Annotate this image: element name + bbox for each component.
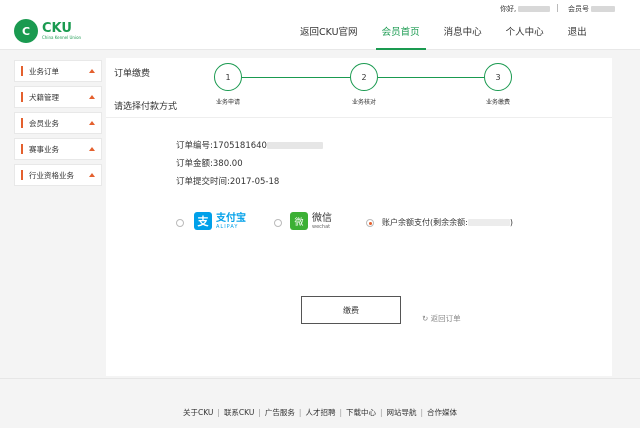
wechat-radio[interactable] [274,219,282,227]
alipay-radio[interactable] [176,219,184,227]
caret-up-icon [89,69,95,73]
alipay-label-en: ALIPAY [216,223,239,230]
greeting: 你好, [500,4,551,14]
alipay-option[interactable]: 支 支付宝 ALIPAY [194,212,246,230]
sidebar-marker [21,92,23,102]
step-1: 1 [214,63,242,91]
order-number: 订单编号:1705181640 [176,139,323,151]
alipay-label: 支付宝 [216,212,246,224]
main-nav: 返回CKU官网 会员首页 消息中心 个人中心 退出 [300,16,611,50]
nav-personal-center[interactable]: 个人中心 [506,16,544,50]
order-number-masked [266,142,323,149]
member-number: 会员号 [568,4,615,14]
nav-logout[interactable]: 退出 [568,16,587,50]
step-connector [378,77,484,78]
balance-option[interactable]: 账户余额支付(剩余余额:) [382,217,513,228]
caret-up-icon [89,95,95,99]
order-amount-value: 380.00 [212,159,243,169]
balance-radio[interactable] [366,219,374,227]
sidebar-marker [21,144,23,154]
sidebar-item-business-orders[interactable]: 业务订单 [14,60,102,82]
sidebar-marker [21,66,23,76]
footer: 关于CKU | 联系CKU | 广告服务 | 人才招聘 | 下载中心 | 网站导航 | 合作媒体 [182,408,458,417]
sidebar-item-label: 赛事业务 [29,144,59,154]
step-3: 3 [484,63,512,91]
sidebar-item-event-business[interactable]: 赛事业务 [14,138,102,160]
balance-masked [467,219,510,226]
cku-logo-icon: C [14,19,38,43]
nav-member-home[interactable]: 会员首页 [375,16,426,50]
footer-about[interactable]: 关于CKU [183,408,213,417]
sidebar-marker [21,118,23,128]
username-masked [518,6,551,12]
caret-up-icon [89,173,95,177]
step-2: 2 [350,63,378,91]
footer-media[interactable]: 合作媒体 [427,408,457,417]
wechat-icon: 微 [290,212,308,230]
pay-button[interactable]: 缴费 [301,296,401,324]
wechat-label: 微信 [312,212,332,224]
wechat-label-en: wechat [312,223,331,230]
divider [106,117,612,118]
sidebar-marker [21,170,23,180]
logo-tagline: China Kennel Union [42,34,82,40]
nav-message-center[interactable]: 消息中心 [444,16,482,50]
payment-method-title: 请选择付款方式 [114,102,178,112]
caret-up-icon [89,121,95,125]
footer-contact[interactable]: 联系CKU [224,408,254,417]
sidebar-item-dog-registry[interactable]: 犬籍管理 [14,86,102,108]
step-3-label: 业务缴费 [485,99,510,106]
topbar-separator: | [556,3,559,12]
sidebar-item-industry-qualification[interactable]: 行业资格业务 [14,164,102,186]
sidebar-item-member-business[interactable]: 会员业务 [14,112,102,134]
step-connector [242,77,350,78]
sidebar: 业务订单 犬籍管理 会员业务 赛事业务 行业资格业务 [14,60,102,190]
step-1-label: 业务申请 [215,99,240,106]
order-amount: 订单金额:380.00 [176,159,243,169]
caret-up-icon [89,147,95,151]
order-payment-title: 订单缴费 [114,69,151,79]
step-2-label: 业务核对 [351,99,376,106]
wechat-option[interactable]: 微 微信 wechat [290,212,332,230]
cku-logo[interactable]: C CKU China Kennel Union [14,19,81,43]
footer-downloads[interactable]: 下载中心 [346,408,376,417]
sidebar-item-label: 会员业务 [29,118,59,128]
footer-ads[interactable]: 广告服务 [265,408,295,417]
alipay-icon: 支 [194,212,212,230]
top-info-bar: 你好, | 会员号 [0,0,640,16]
footer-jobs[interactable]: 人才招聘 [305,408,335,417]
back-to-order-link[interactable]: ↻ 返回订单 [422,313,461,324]
order-number-value: 1705181640 [212,141,267,151]
footer-divider [0,378,640,379]
member-number-masked [591,6,615,12]
order-submit-time: 订单提交时间:2017-05-18 [176,177,280,187]
sidebar-item-label: 犬籍管理 [29,92,59,102]
nav-cku-website[interactable]: 返回CKU官网 [300,16,358,50]
logo-name: CKU [42,20,72,36]
sidebar-item-label: 业务订单 [29,66,59,76]
footer-sitemap[interactable]: 网站导航 [387,408,417,417]
header: C CKU China Kennel Union 返回CKU官网 会员首页 消息… [0,16,640,50]
order-time-value: 2017-05-18 [229,177,280,187]
main-panel: 订单缴费 1 2 3 业务申请 业务核对 业务缴费 请选择付款方式 订单编号:1… [106,58,612,376]
sidebar-item-label: 行业资格业务 [29,170,74,180]
